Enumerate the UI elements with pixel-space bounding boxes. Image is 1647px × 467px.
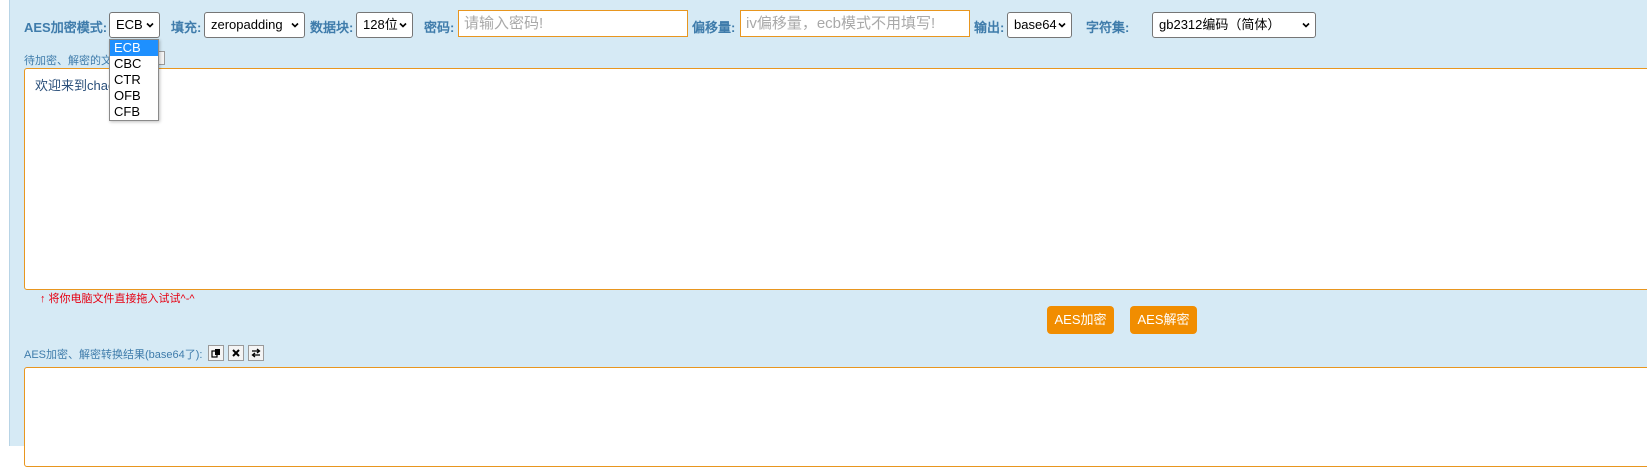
charset-select-value: gb2312编码（简体） bbox=[1159, 17, 1281, 32]
iv-placeholder: iv偏移量，ecb模式不用填写! bbox=[746, 15, 936, 32]
mode-option-ctr[interactable]: CTR bbox=[110, 72, 158, 88]
mode-label: AES加密模式: bbox=[24, 20, 108, 35]
decrypt-button[interactable]: AES解密 bbox=[1130, 306, 1197, 334]
output-label: 输出: bbox=[974, 20, 1005, 35]
drag-tip: ↑ 将你电脑文件直接拖入试试^-^ bbox=[40, 293, 195, 305]
block-size-select[interactable]: 128位 bbox=[356, 12, 413, 38]
chevron-down-icon bbox=[291, 22, 299, 28]
chevron-down-icon bbox=[1302, 22, 1310, 28]
mode-select[interactable]: ECB bbox=[109, 12, 160, 38]
output-select-value: base64 bbox=[1014, 17, 1057, 32]
mode-option-cfb[interactable]: CFB bbox=[110, 104, 158, 120]
result-textarea[interactable] bbox=[24, 367, 1647, 467]
charset-select[interactable]: gb2312编码（简体） bbox=[1152, 12, 1316, 38]
result-label: AES加密、解密转换结果(base64了): bbox=[24, 349, 203, 361]
output-select[interactable]: base64 bbox=[1007, 12, 1072, 38]
block-size-label: 数据块: bbox=[310, 20, 354, 35]
mode-dropdown-list: ECB CBC CTR OFB CFB bbox=[109, 39, 159, 121]
copy-icon[interactable] bbox=[208, 345, 224, 361]
clear-icon[interactable] bbox=[228, 345, 244, 361]
mode-option-ecb[interactable]: ECB bbox=[110, 40, 158, 56]
input-textarea[interactable]: 欢迎来到chao bbox=[24, 68, 1647, 290]
mode-option-ofb[interactable]: OFB bbox=[110, 88, 158, 104]
mode-select-value: ECB bbox=[116, 17, 143, 32]
password-input[interactable]: 请输入密码! bbox=[458, 10, 688, 37]
encrypt-button[interactable]: AES加密 bbox=[1047, 306, 1114, 334]
input-text: 欢迎来到chao bbox=[35, 78, 116, 93]
padding-select-value: zeropadding bbox=[211, 17, 283, 32]
password-label: 密码: bbox=[424, 20, 455, 35]
password-placeholder: 请输入密码! bbox=[464, 15, 544, 32]
chevron-down-icon bbox=[399, 22, 407, 28]
chevron-down-icon bbox=[1058, 22, 1066, 28]
padding-label: 填充: bbox=[171, 20, 202, 35]
iv-input[interactable]: iv偏移量，ecb模式不用填写! bbox=[740, 10, 970, 37]
chevron-down-icon bbox=[146, 22, 154, 28]
charset-label: 字符集: bbox=[1086, 20, 1130, 35]
swap-icon[interactable] bbox=[248, 345, 264, 361]
input-label: 待加密、解密的文 bbox=[24, 55, 112, 67]
mode-option-cbc[interactable]: CBC bbox=[110, 56, 158, 72]
iv-label: 偏移量: bbox=[692, 20, 736, 35]
block-size-select-value: 128位 bbox=[363, 17, 398, 32]
padding-select[interactable]: zeropadding bbox=[204, 12, 305, 38]
